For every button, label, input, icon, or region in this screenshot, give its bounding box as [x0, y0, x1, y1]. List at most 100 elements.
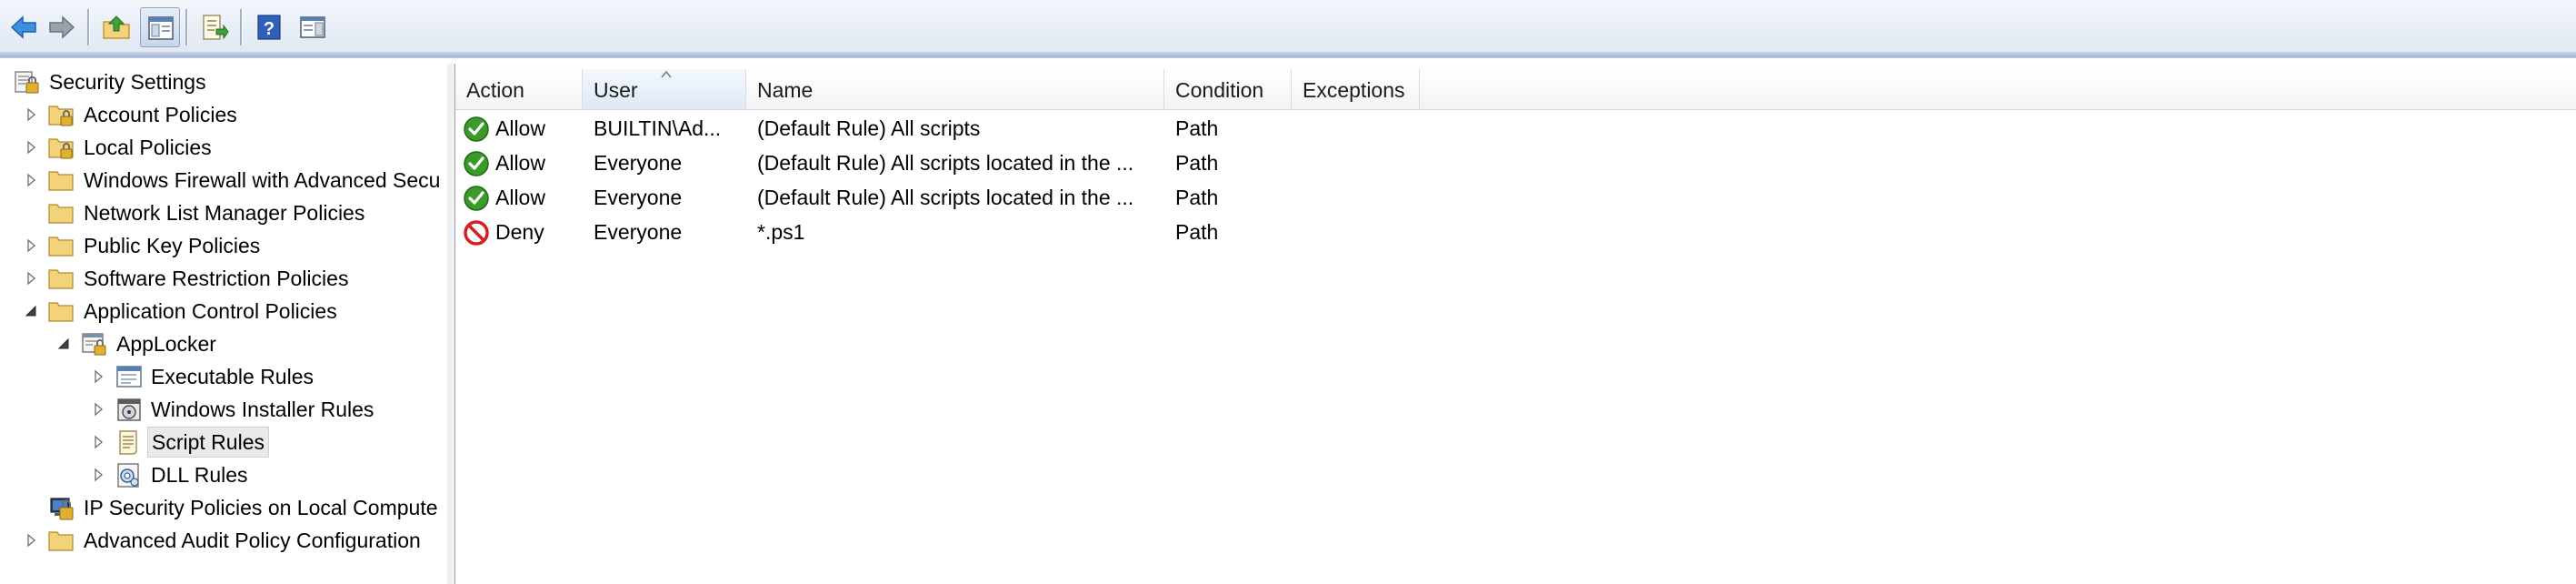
tree-item-label: AppLocker: [116, 332, 216, 356]
tree-item-label: IP Security Policies on Local Compute: [84, 496, 438, 519]
table-row[interactable]: Deny Everyone *.ps1 Path: [455, 215, 2576, 249]
cell-condition: Path: [1175, 116, 1219, 140]
allow-icon: [464, 186, 489, 211]
tree-item-label: DLL Rules: [151, 463, 248, 487]
toolbar-separator: [185, 9, 188, 45]
expand-arrow-icon[interactable]: [24, 173, 38, 187]
sort-ascending-icon: [661, 71, 672, 78]
executable-rules-icon: [116, 366, 142, 388]
column-header-condition[interactable]: Condition: [1164, 69, 1292, 109]
cell-condition: Path: [1175, 186, 1219, 209]
tree-item-label: Windows Firewall with Advanced Secu: [84, 168, 441, 192]
help-button[interactable]: ?: [249, 7, 289, 47]
cell-exceptions: [1303, 111, 1416, 146]
dll-rules-icon: [117, 463, 139, 488]
export-list-button[interactable]: [195, 7, 235, 47]
cell-action: Allow: [495, 151, 545, 175]
show-hide-action-pane-button[interactable]: [293, 7, 333, 47]
tree-item-label: Windows Installer Rules: [151, 398, 374, 421]
folder-up-icon: [103, 15, 130, 39]
column-header-label: Action: [466, 78, 524, 102]
installer-rules-icon: [117, 398, 141, 421]
action-pane-icon: [300, 16, 325, 38]
tree-item-label: Application Control Policies: [84, 299, 337, 323]
collapse-arrow-icon[interactable]: [56, 337, 71, 351]
cell-name: (Default Rule) All scripts located in th…: [757, 151, 1134, 175]
list-header: Action User Name Condition Exceptions: [455, 69, 2576, 110]
column-header-action[interactable]: Action: [455, 69, 583, 109]
table-row[interactable]: Allow BUILTIN\Ad... (Default Rule) All s…: [455, 111, 2576, 146]
cell-exceptions: [1303, 180, 1416, 215]
cell-condition: Path: [1175, 220, 1219, 244]
expand-arrow-icon[interactable]: [24, 533, 38, 548]
up-one-level-button[interactable]: [96, 7, 136, 47]
rules-list-view[interactable]: Action User Name Condition Exceptions Al…: [455, 64, 2576, 584]
cell-exceptions: [1303, 215, 1416, 249]
security-settings-icon: [15, 71, 39, 94]
expand-arrow-icon[interactable]: [91, 369, 105, 384]
column-header-user[interactable]: User: [583, 69, 746, 109]
column-header-label: Condition: [1175, 78, 1264, 102]
console-tree[interactable]: Security Settings Account Policies Local…: [0, 64, 448, 584]
policy-folder-icon: [48, 138, 74, 159]
cell-name: (Default Rule) All scripts: [757, 116, 981, 140]
cell-condition: Path: [1175, 151, 1219, 175]
cell-action: Allow: [495, 116, 545, 140]
expand-arrow-icon[interactable]: [24, 271, 38, 286]
table-row[interactable]: Allow Everyone (Default Rule) All script…: [455, 146, 2576, 180]
tree-item-label: Advanced Audit Policy Configuration: [84, 529, 421, 552]
folder-icon: [48, 531, 74, 551]
arrow-right-icon: [49, 15, 75, 39]
column-header-label: User: [594, 78, 638, 102]
toolbar: ?: [0, 0, 2576, 58]
collapse-arrow-icon[interactable]: [24, 304, 38, 318]
toolbar-separator: [87, 9, 90, 45]
tree-item-label: Script Rules: [147, 427, 269, 458]
column-header-exceptions[interactable]: Exceptions: [1292, 69, 1420, 109]
cell-user: Everyone: [594, 186, 683, 209]
tree-item-label: Network List Manager Policies: [84, 201, 365, 225]
help-icon: ?: [257, 15, 281, 40]
folder-icon: [48, 204, 74, 224]
tree-item-label: Account Policies: [84, 103, 237, 126]
expand-arrow-icon[interactable]: [24, 107, 38, 122]
tree-item-label: Software Restriction Policies: [84, 267, 349, 290]
tree-item-label: Public Key Policies: [84, 234, 261, 257]
folder-icon: [48, 302, 74, 322]
ip-security-icon: [50, 498, 74, 520]
allow-icon: [464, 116, 489, 142]
expand-arrow-icon[interactable]: [24, 238, 38, 253]
expand-arrow-icon[interactable]: [24, 140, 38, 155]
arrow-left-icon: [10, 15, 36, 39]
column-header-name[interactable]: Name: [746, 69, 1164, 109]
cell-user: BUILTIN\Ad...: [594, 116, 722, 140]
column-header-label: Exceptions: [1303, 78, 1405, 102]
column-header-label: Name: [757, 78, 814, 102]
cell-name: *.ps1: [757, 220, 805, 244]
pane-splitter[interactable]: [447, 64, 455, 584]
toolbar-accent-line: [0, 52, 2576, 57]
applocker-icon: [82, 333, 106, 356]
expand-arrow-icon[interactable]: [91, 468, 105, 482]
toolbar-separator: [240, 9, 243, 45]
expand-arrow-icon[interactable]: [91, 402, 105, 417]
cell-user: Everyone: [594, 220, 683, 244]
forward-button[interactable]: [42, 7, 82, 47]
tree-item-label: Executable Rules: [151, 365, 314, 388]
allow-icon: [464, 151, 489, 176]
show-hide-console-tree-button[interactable]: [140, 7, 180, 47]
svg-text:?: ?: [264, 19, 275, 39]
cell-action: Deny: [495, 220, 544, 244]
back-button[interactable]: [4, 7, 44, 47]
cell-action: Allow: [495, 186, 545, 209]
console-tree-icon: [148, 16, 174, 40]
tree-item-label: Security Settings: [49, 70, 206, 94]
table-row[interactable]: Allow Everyone (Default Rule) All script…: [455, 180, 2576, 215]
script-rules-icon: [119, 430, 137, 455]
folder-icon: [48, 269, 74, 289]
cell-name: (Default Rule) All scripts located in th…: [757, 186, 1134, 209]
folder-icon: [48, 171, 74, 191]
deny-icon: [464, 220, 489, 246]
cell-user: Everyone: [594, 151, 683, 175]
expand-arrow-icon[interactable]: [91, 435, 105, 449]
